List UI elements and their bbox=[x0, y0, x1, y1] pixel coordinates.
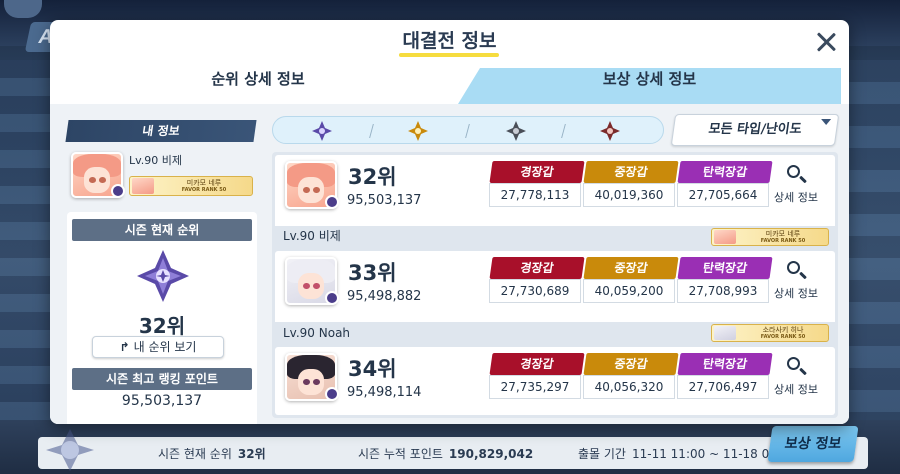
ranking-row[interactable]: 34위 95,498,114 경장갑 27,735,297 중장갑 40,056… bbox=[275, 347, 835, 415]
bottom-total-points: 시즌 누적 포인트 190,829,042 bbox=[358, 447, 534, 461]
detail-info-button[interactable]: 상세 정보 bbox=[771, 257, 821, 305]
dark-tier-icon[interactable] bbox=[505, 120, 527, 142]
tab-rank-details[interactable]: 순위 상세 정보 bbox=[58, 68, 480, 104]
light-armor-score: 27,778,113 bbox=[489, 183, 581, 207]
filter-separator bbox=[561, 124, 566, 138]
player-rank-badge-icon bbox=[325, 291, 339, 305]
elastic-armor-label: 탄력장갑 bbox=[677, 353, 773, 375]
modal-content: 내 정보 Lv.90 비제 미카모 네루 FAVOR RANK 50 시즌 현재… bbox=[50, 104, 849, 424]
heavy-armor-score: 40,019,360 bbox=[583, 183, 675, 207]
light-armor-label: 경장갑 bbox=[489, 257, 585, 279]
light-armor-label: 경장갑 bbox=[489, 161, 585, 183]
light-armor-score: 27,735,297 bbox=[489, 375, 581, 399]
player-score: 95,498,882 bbox=[347, 289, 422, 304]
player-rank: 33위 bbox=[348, 261, 397, 285]
player-rank: 34위 bbox=[348, 357, 397, 381]
tab-reward-details[interactable]: 보상 상세 정보 bbox=[438, 68, 841, 104]
background-right-panel bbox=[848, 60, 900, 420]
favor-student-icon bbox=[714, 326, 736, 340]
dropdown-label: 모든 타입/난이도 bbox=[707, 122, 803, 137]
player-rank: 32위 bbox=[348, 165, 397, 189]
heavy-armor-label: 중장갑 bbox=[583, 353, 679, 375]
ranking-row[interactable]: 33위 95,498,882 경장갑 27,730,689 중장갑 40,059… bbox=[275, 251, 835, 344]
modal-title: 대결전 정보 bbox=[402, 30, 497, 52]
view-my-rank-button[interactable]: ↱ 내 순위 보기 bbox=[92, 336, 224, 358]
ranking-row[interactable]: 32위 95,503,137 경장갑 27,778,113 중장갑 40,019… bbox=[275, 155, 835, 248]
view-my-rank-label: 내 순위 보기 bbox=[133, 340, 197, 354]
search-icon bbox=[787, 165, 800, 178]
bottom-current-rank: 시즌 현재 순위 32위 bbox=[158, 447, 266, 461]
bottom-period: 출몰 기간 11-11 11:00 ~ 11-18 03:59 bbox=[578, 447, 797, 461]
my-favor-chip: 미카모 네루 FAVOR RANK 50 bbox=[129, 176, 253, 196]
favor-rank: FAVOR RANK 50 bbox=[181, 187, 227, 193]
my-rank-badge-icon bbox=[111, 184, 125, 198]
share-arrow-icon: ↱ bbox=[119, 340, 130, 354]
detail-info-label: 상세 정보 bbox=[774, 383, 818, 396]
search-icon bbox=[787, 261, 800, 274]
close-icon[interactable] bbox=[814, 30, 838, 54]
gold-tier-icon[interactable] bbox=[407, 120, 429, 142]
season-summary-box: 시즌 현재 순위 32위 ↱ 내 순위 보기 시즌 최고 랭킹 포인트 95,50… bbox=[67, 212, 257, 424]
player-score: 95,503,137 bbox=[347, 193, 422, 208]
background-left-panel bbox=[0, 60, 52, 420]
raid-info-modal: 대결전 정보 보상 상세 정보 순위 상세 정보 내 정보 Lv.90 비제 미… bbox=[50, 20, 849, 424]
heavy-armor-score: 40,059,200 bbox=[583, 279, 675, 303]
my-level-name: Lv.90 비제 bbox=[129, 154, 183, 167]
my-info-header: 내 정보 bbox=[65, 120, 257, 142]
elastic-armor-score: 27,708,993 bbox=[677, 279, 769, 303]
type-difficulty-dropdown[interactable]: 모든 타입/난이도 bbox=[670, 114, 840, 146]
player-score: 95,498,114 bbox=[347, 385, 422, 400]
detail-info-button[interactable]: 상세 정보 bbox=[771, 353, 821, 401]
purple-tier-icon[interactable] bbox=[311, 120, 333, 142]
detail-info-label: 상세 정보 bbox=[774, 191, 818, 204]
tier-filter-bar bbox=[272, 116, 664, 144]
reward-info-button[interactable]: 보상 정보 bbox=[767, 426, 859, 462]
detail-info-label: 상세 정보 bbox=[774, 287, 818, 300]
current-rank-header: 시즌 현재 순위 bbox=[72, 219, 252, 241]
favor-student-icon bbox=[714, 230, 736, 244]
dropdown-triangle-icon bbox=[821, 119, 832, 125]
my-character-card: Lv.90 비제 미카모 네루 FAVOR RANK 50 bbox=[67, 148, 257, 202]
best-points-value: 95,503,137 bbox=[121, 393, 203, 409]
player-favor-chip: 소라사키 히나 FAVOR RANK 50 bbox=[711, 324, 829, 342]
modal-tabs: 보상 상세 정보 순위 상세 정보 bbox=[58, 68, 841, 104]
heavy-armor-label: 중장갑 bbox=[583, 257, 679, 279]
favor-rank: FAVOR RANK 50 bbox=[760, 238, 806, 244]
elastic-armor-score: 27,705,664 bbox=[677, 183, 769, 207]
best-points-header: 시즌 최고 랭킹 포인트 bbox=[72, 368, 252, 390]
current-rank-value: 32위 bbox=[138, 314, 186, 338]
heavy-armor-score: 40,056,320 bbox=[583, 375, 675, 399]
player-level-name: Lv.90 Noah bbox=[283, 326, 351, 340]
search-icon bbox=[787, 357, 800, 370]
filter-separator bbox=[465, 124, 470, 138]
elastic-armor-score: 27,706,497 bbox=[677, 375, 769, 399]
heavy-armor-label: 중장갑 bbox=[583, 161, 679, 183]
tier-emblem-icon bbox=[137, 250, 189, 302]
player-level-name: Lv.90 비제 bbox=[283, 229, 341, 243]
bottom-status-bar: 시즌 현재 순위 32위 시즌 누적 포인트 190,829,042 출몰 기간 11… bbox=[38, 429, 868, 471]
light-armor-score: 27,730,689 bbox=[489, 279, 581, 303]
elastic-armor-label: 탄력장갑 bbox=[677, 257, 773, 279]
favor-rank: FAVOR RANK 50 bbox=[760, 334, 806, 340]
player-name-bar: Lv.90 비제 미카모 네루 FAVOR RANK 50 bbox=[275, 226, 835, 248]
player-rank-badge-icon bbox=[325, 387, 339, 401]
ranking-list[interactable]: 32위 95,503,137 경장갑 27,778,113 중장갑 40,019… bbox=[272, 152, 838, 418]
favor-student-icon bbox=[132, 178, 154, 194]
light-armor-label: 경장갑 bbox=[489, 353, 585, 375]
raid-emblem-icon bbox=[46, 429, 94, 471]
player-rank-badge-icon bbox=[325, 195, 339, 209]
detail-info-button[interactable]: 상세 정보 bbox=[771, 161, 821, 209]
player-name-bar: Lv.90 Noah 소라사키 히나 FAVOR RANK 50 bbox=[275, 322, 835, 344]
elastic-armor-label: 탄력장갑 bbox=[677, 161, 773, 183]
player-favor-chip: 미카모 네루 FAVOR RANK 50 bbox=[711, 228, 829, 246]
red-tier-icon[interactable] bbox=[599, 120, 621, 142]
filter-separator bbox=[369, 124, 374, 138]
title-underline bbox=[399, 53, 499, 57]
